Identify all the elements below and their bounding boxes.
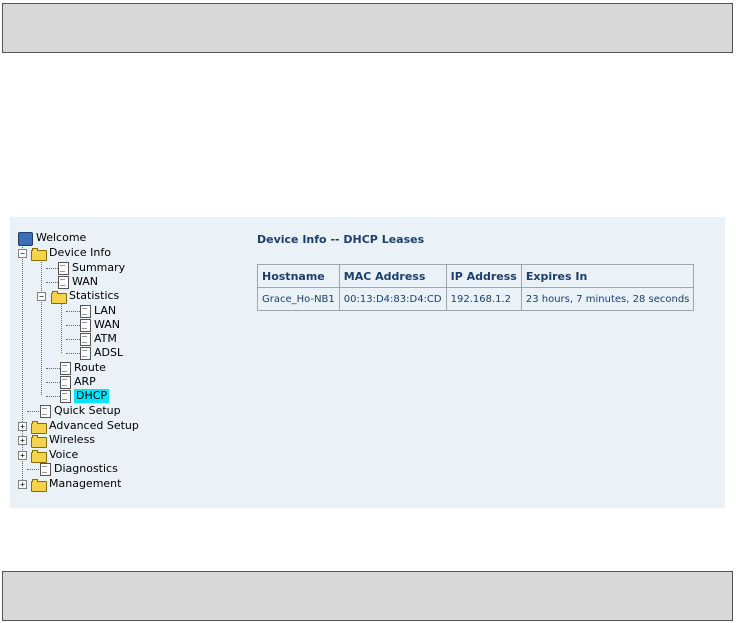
tree-line (66, 339, 80, 340)
navigation-tree: Welcome − Device Info Summary WAN − Stat… (18, 231, 233, 501)
tree-line (46, 382, 60, 383)
router-ui-panel: Welcome − Device Info Summary WAN − Stat… (10, 217, 725, 508)
folder-icon (31, 479, 47, 492)
bottom-banner (2, 571, 733, 621)
column-header-hostname: Hostname (257, 264, 340, 288)
expand-icon[interactable]: + (18, 480, 27, 489)
dhcp-leases-table: Hostname MAC Address IP Address Expires … (257, 264, 695, 311)
document-icon (80, 305, 91, 318)
tree-line (61, 302, 62, 353)
tree-item-label[interactable]: Diagnostics (54, 462, 118, 476)
expand-icon[interactable]: + (18, 422, 27, 431)
tree-item-label[interactable]: ADSL (94, 346, 123, 360)
folder-icon (31, 435, 47, 448)
document-icon (40, 463, 51, 476)
tree-line (22, 244, 23, 486)
tree-line (46, 368, 60, 369)
document-icon (80, 333, 91, 346)
tree-item-label[interactable]: WAN (72, 275, 98, 289)
tree-line (27, 411, 41, 412)
expand-icon[interactable]: + (18, 451, 27, 460)
tree-item-label[interactable]: Voice (49, 448, 78, 462)
document-icon (80, 347, 91, 360)
tree-item-label[interactable]: Device Info (49, 246, 111, 260)
tree-item-label[interactable]: LAN (94, 304, 116, 318)
document-icon (60, 376, 71, 389)
cell-expires-in: 23 hours, 7 minutes, 28 seconds (520, 287, 695, 311)
cell-mac-address: 00:13:D4:83:D4:CD (338, 287, 447, 311)
document-icon (80, 319, 91, 332)
tree-line (46, 396, 60, 397)
tree-item-label[interactable]: Wireless (49, 433, 95, 447)
computer-icon (18, 232, 33, 246)
tree-item-label[interactable]: Advanced Setup (49, 419, 139, 433)
document-icon (40, 405, 51, 418)
table-header-row: Hostname MAC Address IP Address Expires … (257, 264, 695, 288)
cell-ip-address: 192.168.1.2 (445, 287, 522, 311)
collapse-icon[interactable]: − (18, 249, 27, 258)
expand-icon[interactable]: + (18, 436, 27, 445)
tree-item-label[interactable]: Welcome (36, 231, 86, 245)
tree-item-label[interactable]: ATM (94, 332, 117, 346)
tree-item-label[interactable]: ARP (74, 375, 96, 389)
tree-item-label-selected[interactable]: DHCP (74, 389, 110, 403)
tree-line (66, 325, 80, 326)
folder-open-icon (51, 291, 67, 304)
tree-line (66, 353, 80, 354)
folder-open-icon (31, 248, 47, 261)
document-icon (58, 276, 69, 289)
collapse-icon[interactable]: − (37, 292, 46, 301)
document-icon (58, 262, 69, 275)
page-title: Device Info -- DHCP Leases (257, 233, 425, 246)
document-icon (60, 390, 71, 403)
table-row: Grace_Ho-NB1 00:13:D4:83:D4:CD 192.168.1… (257, 287, 695, 311)
cell-hostname: Grace_Ho-NB1 (257, 287, 340, 311)
tree-item-label[interactable]: Summary (72, 261, 125, 275)
column-header-expires-in: Expires In (520, 264, 695, 288)
tree-line (41, 259, 42, 395)
folder-icon (31, 421, 47, 434)
tree-item-label[interactable]: WAN (94, 318, 120, 332)
tree-line (66, 311, 80, 312)
tree-item-label[interactable]: Statistics (69, 289, 119, 303)
column-header-mac-address: MAC Address (338, 264, 447, 288)
tree-item-label[interactable]: Management (49, 477, 121, 491)
tree-line (27, 469, 41, 470)
folder-icon (31, 450, 47, 463)
tree-item-label[interactable]: Route (74, 361, 106, 375)
document-icon (60, 362, 71, 375)
tree-item-label[interactable]: Quick Setup (54, 404, 121, 418)
top-banner (2, 3, 733, 53)
column-header-ip-address: IP Address (445, 264, 522, 288)
